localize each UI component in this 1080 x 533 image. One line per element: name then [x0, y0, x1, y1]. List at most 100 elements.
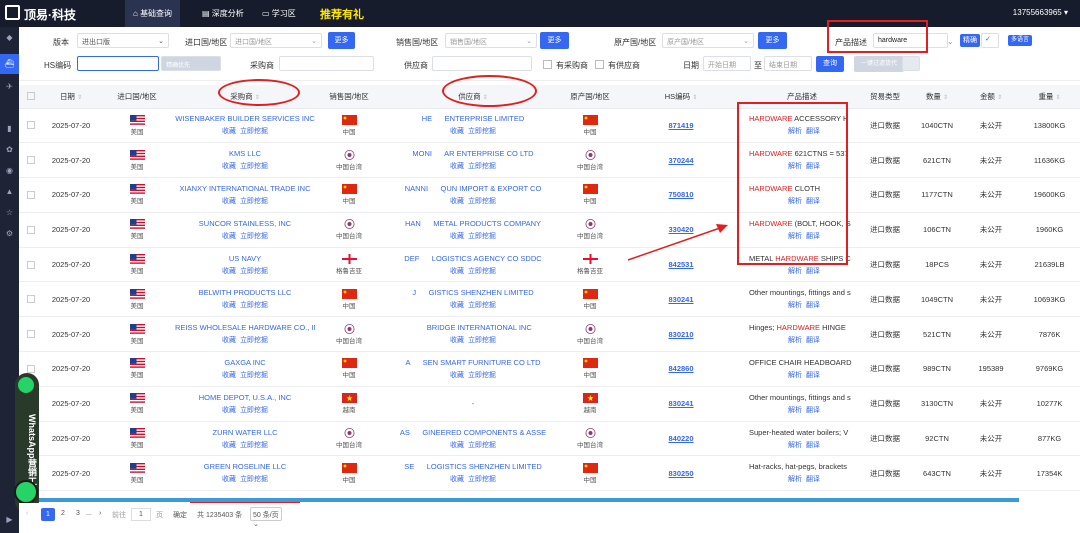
confirm-button[interactable]: 确定 [173, 510, 187, 520]
mine-link[interactable]: 立即挖掘 [240, 198, 268, 205]
buyer-link[interactable]: WISENBAKER BUILDER SERVICES INC [175, 114, 315, 123]
collect-link[interactable]: 收藏 [222, 337, 236, 344]
supplier-link[interactable]: HAN METAL PRODUCTS COMPANY [383, 219, 563, 228]
sales-more-button[interactable]: 更多 [540, 32, 569, 49]
mine-link[interactable]: 立即挖掘 [240, 337, 268, 344]
translate-link[interactable]: 翻译 [806, 337, 820, 344]
mine-link[interactable]: 立即挖掘 [468, 128, 496, 135]
chart-bar-icon[interactable]: ▮ [5, 124, 14, 133]
search-button[interactable]: 查询 [816, 56, 844, 72]
translate-link[interactable]: 翻译 [806, 372, 820, 379]
supplier-link[interactable]: BRIDGE INTERNATIONAL INC [383, 323, 563, 332]
buyer-link[interactable]: GREEN ROSELINE LLC [175, 462, 315, 471]
collect-link[interactable]: 收藏 [222, 198, 236, 205]
filter-forwarder-button[interactable]: 一键过滤货代 [854, 56, 904, 72]
page-3[interactable]: 3 [76, 510, 80, 517]
mine-link[interactable]: 立即挖掘 [240, 268, 268, 275]
buyer-link[interactable]: REISS WHOLESALE HARDWARE CO., INC [175, 323, 315, 332]
analyze-link[interactable]: 解析 [788, 476, 802, 483]
filter-toggle[interactable] [902, 56, 920, 71]
mine-link[interactable]: 立即挖掘 [468, 302, 496, 309]
collect-link[interactable]: 收藏 [222, 442, 236, 449]
supplier-link[interactable]: AS GINEERED COMPONENTS & ASSE [383, 428, 563, 437]
has-buyer-checkbox[interactable] [543, 60, 552, 69]
mine-link[interactable]: 立即挖掘 [240, 372, 268, 379]
supplier-link[interactable]: - [383, 399, 563, 408]
header-amount[interactable]: 金额 ⇕ [963, 85, 1019, 109]
row-checkbox[interactable] [27, 330, 35, 339]
play-icon[interactable]: ▶ [5, 515, 14, 524]
supplier-link[interactable]: A SEN SMART FURNITURE CO LTD [383, 358, 563, 367]
collect-link[interactable]: 收藏 [450, 198, 464, 205]
table-row[interactable]: 2025-07-20 美国 REISS WHOLESALE HARDWARE CO.… [19, 316, 1080, 353]
plane-icon[interactable]: ✈ [5, 82, 14, 91]
whatsapp-chat-icon[interactable] [14, 480, 38, 504]
mine-link[interactable]: 立即挖掘 [240, 442, 268, 449]
mine-link[interactable]: 立即挖掘 [468, 337, 496, 344]
collect-link[interactable]: 收藏 [222, 163, 236, 170]
user-icon[interactable]: ◉ [5, 166, 14, 175]
page-size-select[interactable]: 50 条/页 ⌄ [250, 507, 282, 528]
next-page-icon[interactable]: › [99, 510, 101, 517]
row-checkbox[interactable] [27, 295, 35, 304]
origin-country-select[interactable]: 原产国/地区 ⌄ [662, 33, 754, 48]
hs-code-link[interactable]: 750810 [668, 190, 693, 199]
header-hs-code[interactable]: HS编码 ⇕ [617, 85, 745, 109]
user-phone[interactable]: 13755663965 ▾ [1013, 8, 1068, 17]
nav-basic-query[interactable]: ⌂ 基础查询 [125, 0, 181, 27]
translate-link[interactable]: 翻译 [806, 476, 820, 483]
mine-link[interactable]: 立即挖掘 [468, 233, 496, 240]
collect-link[interactable]: 收藏 [222, 233, 236, 240]
has-supplier-checkbox[interactable] [595, 60, 604, 69]
hs-code-link[interactable]: 840220 [668, 434, 693, 443]
nav-learning[interactable]: ▭ 学习区 [262, 8, 296, 19]
page-2[interactable]: 2 [61, 510, 65, 517]
hs-code-link[interactable]: 830241 [668, 295, 693, 304]
buyer-link[interactable]: SUNCOR STAINLESS, INC [175, 219, 315, 228]
hs-code-link[interactable]: 830241 [668, 399, 693, 408]
collect-link[interactable]: 收藏 [222, 407, 236, 414]
collect-link[interactable]: 收藏 [450, 372, 464, 379]
plugin-icon[interactable]: ✿ [5, 145, 14, 154]
table-row[interactable]: 2025-07-20 美国 XIANXY INTERNATIONAL TRADE I… [19, 177, 1080, 213]
end-date-input[interactable]: 结束日期 [764, 56, 812, 71]
supplier-link[interactable]: HE ENTERPRISE LIMITED [383, 114, 563, 123]
hs-code-link[interactable]: 842860 [668, 364, 693, 373]
check-icon[interactable]: ✓ [981, 33, 999, 48]
buyer-link[interactable]: XIANXY INTERNATIONAL TRADE INC [175, 184, 315, 193]
import-country-select[interactable]: 进口国/地区 ⌄ [230, 33, 322, 48]
collect-link[interactable]: 收藏 [450, 128, 464, 135]
horizontal-scrollbar[interactable] [39, 498, 1019, 502]
table-row[interactable]: 2025-07-20 美国 WISENBAKER BUILDER SERVICES … [19, 108, 1080, 144]
hs-code-link[interactable]: 830210 [668, 330, 693, 339]
supplier-link[interactable]: DEF LOGISTICS AGENCY CO SDDC [383, 254, 563, 263]
collect-link[interactable]: 收藏 [450, 163, 464, 170]
analyze-link[interactable]: 解析 [788, 302, 802, 309]
page-jump-input[interactable]: 1 [131, 508, 151, 521]
collect-link[interactable]: 收藏 [450, 268, 464, 275]
layers-icon[interactable]: ◆ [5, 33, 14, 42]
start-date-input[interactable]: 开始日期 [703, 56, 751, 71]
hs-code-link[interactable]: 871419 [668, 121, 693, 130]
collect-link[interactable]: 收藏 [450, 337, 464, 344]
analyze-link[interactable]: 解析 [788, 268, 802, 275]
buyer-link[interactable]: KMS LLC [175, 149, 315, 158]
collect-link[interactable]: 收藏 [450, 233, 464, 240]
hs-input[interactable] [77, 56, 159, 71]
mine-link[interactable]: 立即挖掘 [240, 407, 268, 414]
collect-link[interactable]: 收藏 [222, 476, 236, 483]
analyze-link[interactable]: 解析 [788, 442, 802, 449]
prev-page-icon[interactable]: ‹ [26, 510, 28, 517]
mine-link[interactable]: 立即挖掘 [468, 198, 496, 205]
collect-link[interactable]: 收藏 [450, 302, 464, 309]
version-select[interactable]: 进出口版 ⌄ [77, 33, 169, 48]
table-row[interactable]: 2025-07-20 美国 HOME DEPOT, U.S.A., INC 收藏 立即… [19, 386, 1080, 422]
translate-link[interactable]: 翻译 [806, 442, 820, 449]
mine-link[interactable]: 立即挖掘 [240, 233, 268, 240]
translate-link[interactable]: 翻译 [806, 407, 820, 414]
supplier-input[interactable] [432, 56, 532, 71]
header-date[interactable]: 日期 ⇕ [43, 85, 99, 109]
page-1[interactable]: 1 [41, 508, 55, 521]
hs-code-link[interactable]: 370244 [668, 156, 693, 165]
table-row[interactable]: 2025-07-20 美国 BELWITH PRODUCTS LLC 收藏 立即挖掘 中… [19, 281, 1080, 318]
